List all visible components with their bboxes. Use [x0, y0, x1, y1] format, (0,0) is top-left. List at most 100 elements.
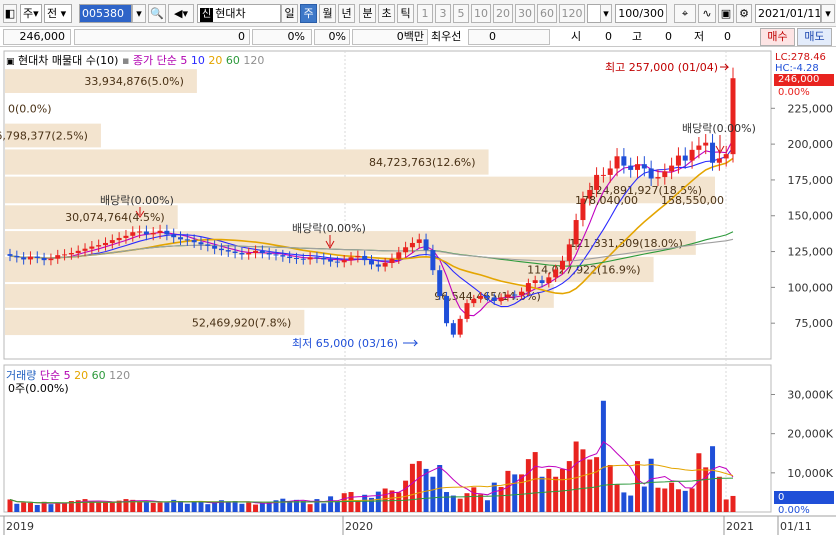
candle-body — [389, 258, 395, 264]
custom-period-dropdown-icon[interactable]: ▾ — [600, 4, 612, 23]
save-icon[interactable]: ▣ — [718, 4, 734, 23]
candle-body — [334, 261, 340, 263]
sound-icon[interactable]: ◀▾ — [168, 4, 194, 23]
volume-bar — [648, 458, 654, 512]
period-month[interactable]: 월 — [319, 4, 336, 23]
stock-name: 현대차 — [215, 7, 246, 20]
volume-bar — [682, 490, 688, 512]
candle-body — [369, 260, 374, 265]
candle-body — [7, 254, 13, 256]
volume-bar — [450, 495, 456, 512]
candle-body — [519, 291, 525, 296]
panel-menu-icon[interactable]: ▣ — [6, 57, 15, 67]
current-price: 246,000 — [19, 30, 66, 43]
market-select[interactable]: 주▾ — [20, 4, 42, 23]
candle-body — [307, 257, 313, 260]
volume-bar — [164, 502, 170, 512]
date-input[interactable]: 2021/01/11 — [755, 4, 821, 23]
volume-bar — [641, 486, 647, 512]
chart-tool-icon[interactable]: ⌖ — [674, 4, 696, 23]
volume-bar — [157, 502, 163, 512]
best-bid-value: 0 — [489, 30, 496, 43]
volume-bar — [628, 495, 634, 512]
minute-120[interactable]: 120 — [559, 4, 585, 23]
volume-profile-label: 0(0.0%) — [8, 102, 52, 115]
minute-3[interactable]: 3 — [435, 4, 451, 23]
chart-menu-icon[interactable]: ◧ — [3, 4, 17, 23]
mode-select[interactable]: 전 ▾ — [44, 4, 72, 23]
minute-10[interactable]: 10 — [471, 4, 491, 23]
candle-body — [498, 297, 504, 301]
candle-body — [150, 232, 156, 235]
candle-body — [614, 156, 620, 169]
period-second[interactable]: 초 — [378, 4, 395, 23]
period-tick[interactable]: 틱 — [397, 4, 414, 23]
volume-bar — [362, 494, 368, 512]
buy-button[interactable]: 매수 — [760, 28, 795, 46]
period-minute[interactable]: 분 — [359, 4, 376, 23]
stock-chart[interactable]: 33,934,876(5.0%) 16,798,377(2.5%) 84,723,7… — [0, 47, 836, 535]
chart-toolbar: ◧ 주▾ 전 ▾ 005380 ▾ 🔍 ◀▾ 신 현대차 일 주 월 년 분 초 … — [0, 0, 836, 27]
volume-bar — [287, 501, 293, 512]
volume-bar — [430, 476, 436, 512]
settings-gear-icon[interactable]: ⚙ — [736, 4, 752, 23]
volume-bar — [109, 502, 115, 512]
volume-bar — [512, 474, 518, 512]
candle-body — [730, 78, 736, 155]
minute-30[interactable]: 30 — [515, 4, 535, 23]
volume-bar — [464, 493, 470, 512]
volume-bar — [191, 501, 197, 512]
stock-code-input[interactable]: 005380 — [79, 4, 132, 23]
candle-body — [525, 283, 531, 292]
price-tick-label: 200,000 — [788, 138, 834, 151]
period-week[interactable]: 주 — [300, 4, 317, 23]
period-day[interactable]: 일 — [281, 4, 298, 23]
price-tick-label: 175,000 — [788, 174, 834, 187]
search-icon[interactable]: 🔍 — [148, 4, 166, 23]
volume-bar — [102, 502, 108, 512]
calendar-dropdown-icon[interactable]: ▾ — [821, 4, 835, 23]
volume-bar — [7, 499, 13, 512]
new-badge: 신 — [200, 8, 214, 22]
volume-bar — [689, 488, 695, 512]
volume-bar — [55, 502, 61, 512]
minute-60[interactable]: 60 — [537, 4, 557, 23]
indicator-icon[interactable]: ∿ — [698, 4, 716, 23]
display-count-input[interactable]: 100/300 — [615, 4, 667, 23]
minute-20[interactable]: 20 — [493, 4, 513, 23]
volume-bar — [21, 502, 27, 512]
volume-profile-label: 30,074,764(4.5%) — [65, 211, 165, 224]
candle-body — [164, 230, 170, 235]
candle-body — [130, 232, 136, 236]
volume-bar — [614, 484, 620, 512]
candle-body — [546, 277, 552, 284]
volume-profile-label: 33,934,876(5.0%) — [84, 75, 184, 88]
hts-stock-chart-window: ◧ 주▾ 전 ▾ 005380 ▾ 🔍 ◀▾ 신 현대차 일 주 월 년 분 초 … — [0, 0, 836, 535]
volume-bar — [675, 489, 681, 512]
sell-button[interactable]: 매도 — [797, 28, 832, 46]
volume-bar — [334, 501, 340, 512]
volume-bar — [232, 501, 238, 512]
candle-body — [171, 234, 177, 238]
candle-body — [143, 231, 149, 235]
volume-bar — [246, 502, 252, 512]
period-year[interactable]: 년 — [338, 4, 355, 23]
ma-legend-120: 120 — [243, 54, 265, 67]
candle-body — [62, 254, 68, 256]
code-dropdown-icon[interactable]: ▾ — [132, 4, 146, 23]
volume-ma-60: 60 — [91, 369, 106, 382]
candle-body — [314, 257, 320, 259]
candle-body — [300, 258, 306, 260]
candle-body — [321, 258, 327, 260]
candle-body — [348, 257, 354, 261]
volume-bar — [225, 501, 231, 512]
volume-bar — [62, 503, 68, 512]
volume-bar — [607, 465, 613, 512]
candle-body — [123, 235, 129, 238]
minute-5[interactable]: 5 — [453, 4, 469, 23]
minute-1[interactable]: 1 — [417, 4, 433, 23]
ma-legend-label: 종가 단순 — [132, 54, 177, 67]
candle-body — [444, 295, 450, 324]
candle-body — [505, 294, 511, 298]
volume-bar — [484, 500, 490, 512]
